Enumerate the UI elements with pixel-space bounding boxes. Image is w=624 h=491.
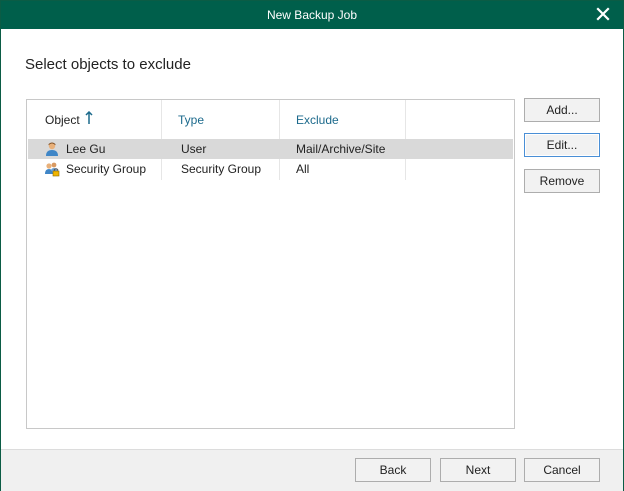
back-button[interactable]: Back [355, 458, 431, 482]
sort-ascending-icon [85, 111, 93, 124]
column-header-object-label: Object [45, 113, 80, 127]
user-icon [46, 142, 58, 156]
table-row[interactable]: Security Group Security Group All [28, 159, 513, 179]
row-exclude: All [296, 162, 310, 176]
edit-button[interactable]: Edit... [524, 133, 600, 157]
row-object-name: Lee Gu [66, 142, 106, 156]
remove-button[interactable]: Remove [524, 169, 600, 193]
column-header-exclude-label: Exclude [296, 113, 339, 127]
row-object-name: Security Group [66, 162, 147, 176]
table-row[interactable]: Lee Gu User Mail/Archive/Site [28, 139, 513, 159]
add-button[interactable]: Add... [524, 98, 600, 122]
window-title: New Backup Job [266, 8, 358, 22]
close-icon[interactable] [595, 6, 611, 22]
row-exclude: Mail/Archive/Site [296, 142, 386, 156]
page-heading: Select objects to exclude [25, 56, 191, 73]
column-header-type-label: Type [178, 113, 205, 127]
security-group-icon [45, 162, 60, 177]
row-type: User [181, 142, 207, 156]
exclusions-list[interactable]: Object Type Exclude Lee Gu User Mail/Arc… [26, 99, 515, 429]
column-header-type[interactable]: Type [162, 100, 279, 138]
title-bar: New Backup Job [1, 1, 623, 29]
row-type: Security Group [181, 162, 262, 176]
cancel-button[interactable]: Cancel [524, 458, 600, 482]
dialog-window: New Backup Job Select objects to exclude… [0, 0, 624, 491]
next-button[interactable]: Next [440, 458, 516, 482]
column-header-exclude[interactable]: Exclude [280, 100, 405, 138]
column-header-object[interactable]: Object [27, 100, 161, 138]
